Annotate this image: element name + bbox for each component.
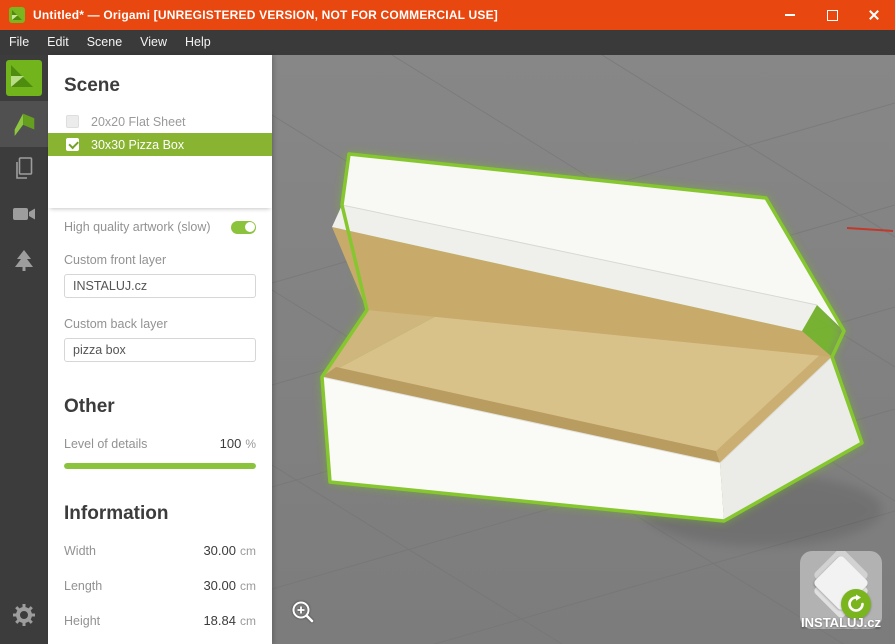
viewport-3d[interactable]: INSTALUJ.cz <box>272 55 895 644</box>
icon-sidebar <box>0 55 48 644</box>
width-unit: cm <box>240 544 256 558</box>
menu-view[interactable]: View <box>131 30 176 55</box>
menu-bar: File Edit Scene View Help <box>0 30 895 55</box>
flat-sheet-checkbox[interactable] <box>66 115 79 128</box>
sidebar-item-tree[interactable] <box>0 239 48 285</box>
level-of-details-label: Level of details <box>64 437 147 451</box>
custom-front-label: Custom front layer <box>64 253 256 267</box>
pizza-box-model <box>322 154 862 521</box>
x-axis-line <box>847 228 893 231</box>
length-unit: cm <box>240 579 256 593</box>
height-value: 18.84 <box>203 613 236 628</box>
tree-icon <box>12 248 36 277</box>
menu-file[interactable]: File <box>0 30 38 55</box>
menu-scene[interactable]: Scene <box>78 30 131 55</box>
height-label: Height <box>64 614 100 628</box>
close-button[interactable] <box>853 0 895 30</box>
custom-front-input[interactable] <box>64 274 256 298</box>
maximize-icon <box>827 10 838 21</box>
height-unit: cm <box>240 614 256 628</box>
scene-item-flat-sheet[interactable]: 20x20 Flat Sheet <box>48 110 272 133</box>
scene-heading: Scene <box>64 75 256 97</box>
sidebar-item-pages[interactable] <box>0 147 48 193</box>
sidebar-item-logo[interactable] <box>0 55 48 101</box>
instaluj-watermark: INSTALUJ.cz <box>793 551 889 630</box>
width-value: 30.00 <box>203 543 236 558</box>
scene-panel: Scene 20x20 Flat Sheet 30x30 Pizza Box H… <box>48 55 272 644</box>
scene-item-label: 20x20 Flat Sheet <box>91 115 186 129</box>
video-camera-icon <box>11 203 37 230</box>
scene-list: 20x20 Flat Sheet 30x30 Pizza Box <box>48 110 272 208</box>
magnifier-plus-icon <box>290 599 316 625</box>
sidebar-item-settings[interactable] <box>0 594 48 640</box>
folded-paper-icon <box>10 107 38 142</box>
length-label: Length <box>64 579 102 593</box>
width-label: Width <box>64 544 96 558</box>
origami-logo-icon <box>6 60 42 96</box>
close-icon <box>868 9 880 21</box>
maximize-button[interactable] <box>811 0 853 30</box>
origami-window: Untitled* — Origami [UNREGISTERED VERSIO… <box>0 0 895 644</box>
other-heading: Other <box>64 396 256 418</box>
minimize-button[interactable] <box>769 0 811 30</box>
level-of-details-slider[interactable] <box>64 463 256 469</box>
app-logo-icon <box>9 7 25 23</box>
pages-icon <box>12 155 36 186</box>
level-of-details-unit: % <box>245 437 256 451</box>
scene-item-label: 30x30 Pizza Box <box>91 138 184 152</box>
zoom-tool-button[interactable] <box>290 599 316 630</box>
window-title: Untitled* — Origami [UNREGISTERED VERSIO… <box>33 8 498 22</box>
menu-help[interactable]: Help <box>176 30 220 55</box>
high-quality-label: High quality artwork (slow) <box>64 220 211 234</box>
level-of-details-value: 100 <box>220 436 242 451</box>
length-value: 30.00 <box>203 578 236 593</box>
minimize-icon <box>785 14 795 16</box>
sidebar-item-animation[interactable] <box>0 193 48 239</box>
scene-item-pizza-box[interactable]: 30x30 Pizza Box <box>48 133 272 156</box>
information-heading: Information <box>64 503 256 525</box>
gear-icon <box>13 604 35 631</box>
sidebar-item-scenes[interactable] <box>0 101 48 147</box>
custom-back-input[interactable] <box>64 338 256 362</box>
toggle-knob <box>245 222 255 232</box>
high-quality-toggle[interactable] <box>231 221 256 234</box>
custom-back-label: Custom back layer <box>64 317 256 331</box>
pizza-box-checkbox[interactable] <box>66 138 79 151</box>
watermark-text: INSTALUJ.cz <box>793 615 889 630</box>
menu-edit[interactable]: Edit <box>38 30 78 55</box>
title-bar: Untitled* — Origami [UNREGISTERED VERSIO… <box>0 0 895 30</box>
level-progress-fill <box>64 463 256 469</box>
